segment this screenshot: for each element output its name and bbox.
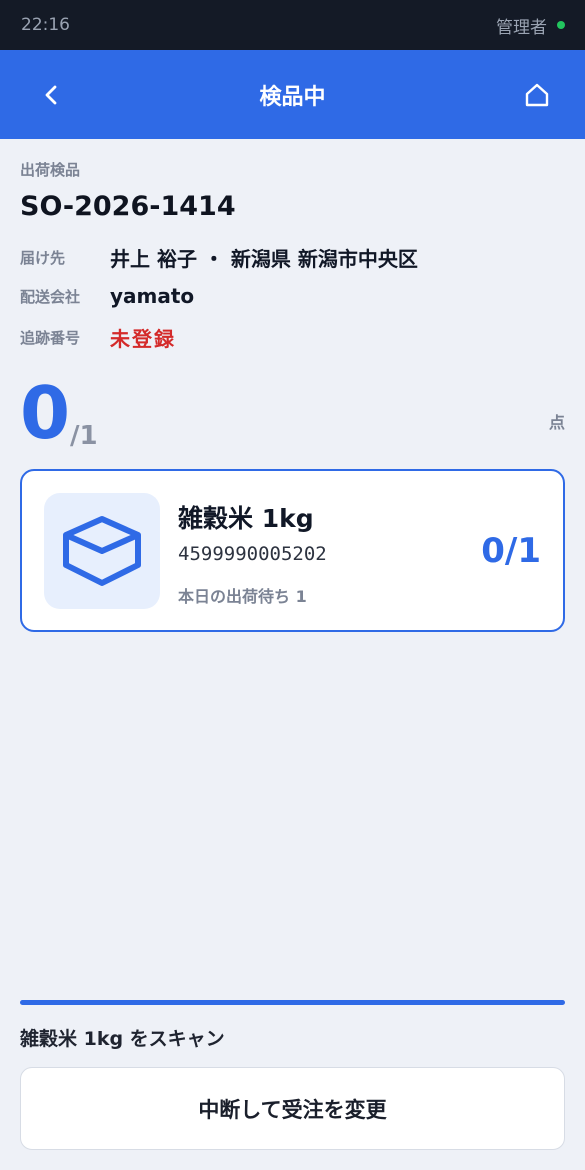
info-key: 届け先 [20, 249, 66, 267]
item-name: 雑穀米 1kg [178, 504, 314, 533]
status-user: 管理者 [496, 17, 547, 38]
item-waiting: 本日の出荷待ち 1 [178, 587, 307, 606]
app-bar: 検品中 [0, 50, 585, 139]
home-icon [525, 83, 549, 107]
box-icon [63, 516, 141, 586]
online-dot-icon [557, 21, 565, 29]
item-thumbnail [44, 493, 160, 609]
info-row-tracking: 追跡番号 未登録 [20, 323, 176, 352]
total-count: /1 [70, 421, 98, 451]
count-unit: 点 [548, 413, 565, 432]
section-label: 出荷検品 [20, 161, 81, 179]
item-barcode: 4599990005202 [178, 543, 327, 565]
scan-progress-bar [20, 1000, 565, 1005]
scanned-count: 0 [20, 371, 71, 455]
info-key: 追跡番号 [20, 329, 81, 347]
status-bar: 22:16 管理者 [0, 0, 585, 50]
status-time: 22:16 [21, 15, 70, 35]
abort-and-change-order-button[interactable]: 中断して受注を変更 [20, 1067, 565, 1150]
info-row-destination: 届け先 井上 裕子 ・ 新潟県 新潟市中央区 [20, 243, 418, 272]
info-value: yamato [110, 284, 195, 308]
item-count: 0/1 [481, 531, 541, 571]
info-key: 配送会社 [20, 287, 81, 306]
info-value: 井上 裕子 ・ 新潟県 新潟市中央区 [110, 247, 418, 271]
back-button[interactable] [36, 78, 66, 112]
item-card[interactable]: 雑穀米 1kg 4599990005202 本日の出荷待ち 1 0/1 [20, 469, 565, 632]
home-button[interactable] [520, 78, 554, 112]
info-row-carrier: 配送会社 yamato [20, 284, 194, 308]
chevron-left-icon [45, 85, 57, 105]
scan-prompt: 雑穀米 1kg をスキャン [20, 1028, 225, 1050]
tracking-status: 未登録 [110, 327, 176, 351]
status-user-area: 管理者 [496, 13, 565, 38]
page-title: 検品中 [259, 84, 326, 110]
order-id: SO-2026-1414 [20, 191, 236, 222]
